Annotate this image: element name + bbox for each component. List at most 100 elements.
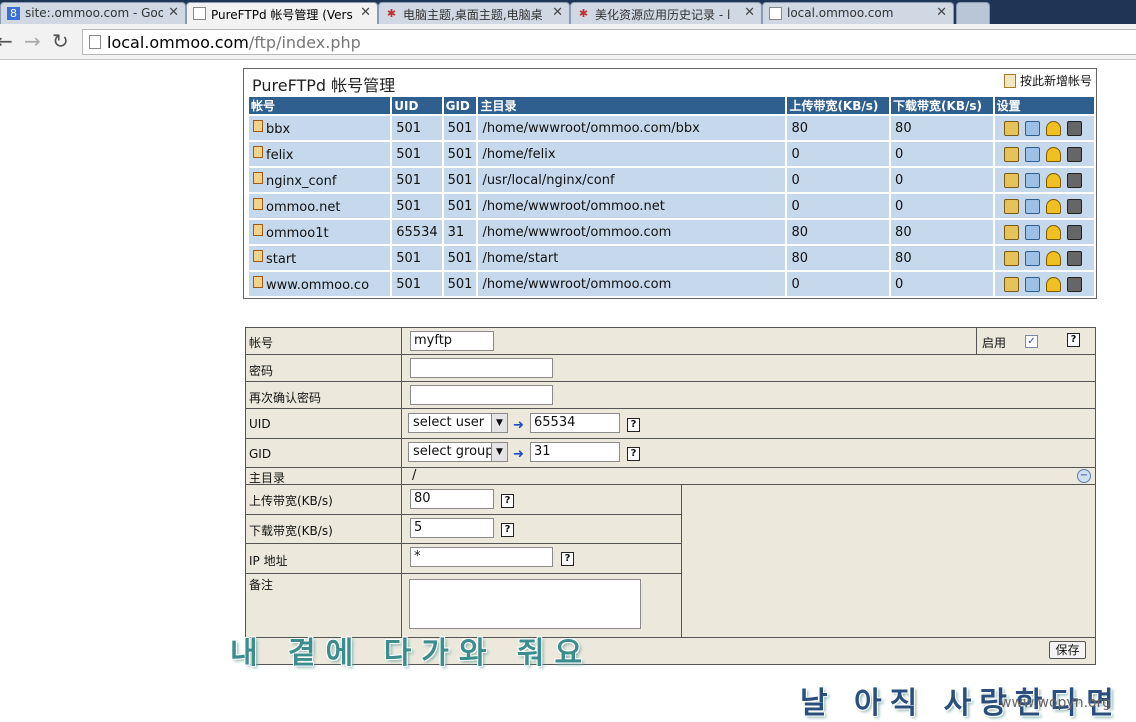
upload-input[interactable]: 80 (410, 489, 494, 509)
ip-input[interactable]: * (410, 547, 553, 567)
copy-user-icon[interactable] (1024, 276, 1040, 292)
browser-tab-active[interactable]: PureFTPd 帐号管理 (Vers ✕ (186, 2, 378, 24)
close-tab-icon[interactable]: ✕ (552, 5, 563, 20)
close-tab-icon[interactable]: ✕ (936, 5, 947, 20)
home-value: / (412, 468, 417, 483)
password-label: 密码 (249, 364, 274, 378)
help-icon[interactable]: ? (627, 418, 640, 432)
table-cell: /home/wwwroot/ommoo.net (478, 192, 786, 218)
lock-icon[interactable] (1045, 120, 1061, 136)
browser-toolbar: ← → ↻ local.ommoo.com/ftp/index.php (0, 24, 1136, 60)
user-icon (253, 223, 263, 236)
lock-icon[interactable] (1045, 276, 1061, 292)
download-input[interactable]: 5 (410, 518, 494, 538)
lock-icon[interactable] (1045, 250, 1061, 266)
gid-select[interactable]: select group ▼ (408, 442, 508, 462)
delete-user-icon[interactable] (1066, 276, 1082, 292)
delete-user-icon[interactable] (1066, 120, 1082, 136)
user-icon (253, 119, 263, 132)
add-account-link[interactable]: 按此新增帐号 (1003, 72, 1092, 89)
help-icon[interactable]: ? (561, 552, 574, 566)
delete-user-icon[interactable] (1066, 198, 1082, 214)
enable-checkbox[interactable]: ✓ (1025, 335, 1038, 348)
confirm-password-label: 再次确认密码 (249, 391, 322, 405)
lock-icon[interactable] (1045, 172, 1061, 188)
collapse-icon[interactable]: − (1077, 469, 1091, 483)
form-row-home: 主目录 / − (246, 468, 1095, 485)
account-label: 帐号 (249, 336, 274, 350)
reload-icon[interactable]: ↻ (52, 30, 69, 52)
copy-user-icon[interactable] (1024, 146, 1040, 162)
help-icon[interactable]: ? (501, 494, 514, 508)
address-bar[interactable]: local.ommoo.com/ftp/index.php (82, 29, 1136, 55)
column-header: 下载带宽(KB/s) (891, 97, 993, 114)
edit-user-icon[interactable] (1003, 276, 1019, 292)
account-input[interactable]: myftp (410, 331, 494, 351)
table-cell: 501 (392, 192, 442, 218)
account-cell[interactable]: start (249, 244, 391, 270)
lock-icon[interactable] (1045, 146, 1061, 162)
password-input[interactable] (410, 358, 553, 378)
table-cell: 0 (891, 270, 993, 296)
uid-select[interactable]: select user ▼ (408, 413, 508, 433)
close-tab-icon[interactable]: ✕ (168, 5, 179, 20)
edit-user-icon[interactable] (1003, 198, 1019, 214)
url-path: /ftp/index.php (248, 33, 361, 52)
edit-user-icon[interactable] (1003, 172, 1019, 188)
account-cell[interactable]: felix (249, 140, 391, 166)
help-icon[interactable]: ? (501, 523, 514, 537)
save-button[interactable]: 保存 (1049, 641, 1086, 659)
table-cell: 501 (443, 140, 477, 166)
gid-input[interactable]: 31 (530, 442, 620, 462)
help-icon[interactable]: ? (1067, 333, 1080, 347)
copy-user-icon[interactable] (1024, 172, 1040, 188)
browser-tab[interactable]: ✱ 电脑主题,桌面主题,电脑桌 ✕ (378, 2, 570, 24)
actions-cell (994, 218, 1094, 244)
browser-tab[interactable]: ✱ 美化资源应用历史记录 - l ✕ (570, 2, 762, 24)
table-row: bbx 501 501/home/wwwroot/ommoo.com/bbx 80 80 (249, 114, 1094, 140)
account-cell[interactable]: bbx (249, 114, 391, 140)
browser-tab[interactable]: 8 site:.ommoo.com - Goo ✕ (0, 2, 186, 24)
table-cell: 501 (392, 244, 442, 270)
account-cell[interactable]: ommoo1t (249, 218, 391, 244)
account-cell[interactable]: nginx_conf (249, 166, 391, 192)
delete-user-icon[interactable] (1066, 146, 1082, 162)
help-icon[interactable]: ? (627, 447, 640, 461)
edit-user-icon[interactable] (1003, 250, 1019, 266)
page-icon (193, 7, 206, 20)
account-cell[interactable]: ommoo.net (249, 192, 391, 218)
table-cell: 501 (392, 140, 442, 166)
back-icon[interactable]: ← (0, 30, 13, 52)
browser-tab[interactable]: local.ommoo.com ✕ (762, 2, 954, 24)
close-tab-icon[interactable]: ✕ (360, 5, 371, 20)
lock-icon[interactable] (1045, 224, 1061, 240)
forward-icon[interactable]: → (24, 30, 41, 52)
gid-select-value: select group (413, 444, 494, 459)
lock-icon[interactable] (1045, 198, 1061, 214)
edit-user-icon[interactable] (1003, 224, 1019, 240)
table-cell: 80 (891, 114, 993, 140)
copy-user-icon[interactable] (1024, 120, 1040, 136)
new-tab-button[interactable] (956, 2, 990, 24)
column-header: 主目录 (478, 97, 786, 114)
close-tab-icon[interactable]: ✕ (744, 5, 755, 20)
download-label: 下载带宽(KB/s) (249, 524, 333, 538)
delete-user-icon[interactable] (1066, 172, 1082, 188)
tab-title: local.ommoo.com (787, 6, 894, 20)
confirm-password-input[interactable] (410, 385, 553, 405)
edit-user-icon[interactable] (1003, 146, 1019, 162)
copy-user-icon[interactable] (1024, 224, 1040, 240)
delete-user-icon[interactable] (1066, 250, 1082, 266)
copy-user-icon[interactable] (1024, 250, 1040, 266)
uid-input[interactable]: 65534 (530, 413, 620, 433)
copy-user-icon[interactable] (1024, 198, 1040, 214)
table-row: start 501 501/home/start 80 80 (249, 244, 1094, 270)
star-icon: ✱ (386, 7, 397, 20)
tab-title: site:.ommoo.com - Goo (25, 6, 163, 20)
note-textarea[interactable] (409, 579, 641, 629)
delete-user-icon[interactable] (1066, 224, 1082, 240)
column-header: 帐号 (249, 97, 391, 114)
account-name: bbx (266, 121, 291, 137)
edit-user-icon[interactable] (1003, 120, 1019, 136)
account-cell[interactable]: www.ommoo.co (249, 270, 391, 296)
